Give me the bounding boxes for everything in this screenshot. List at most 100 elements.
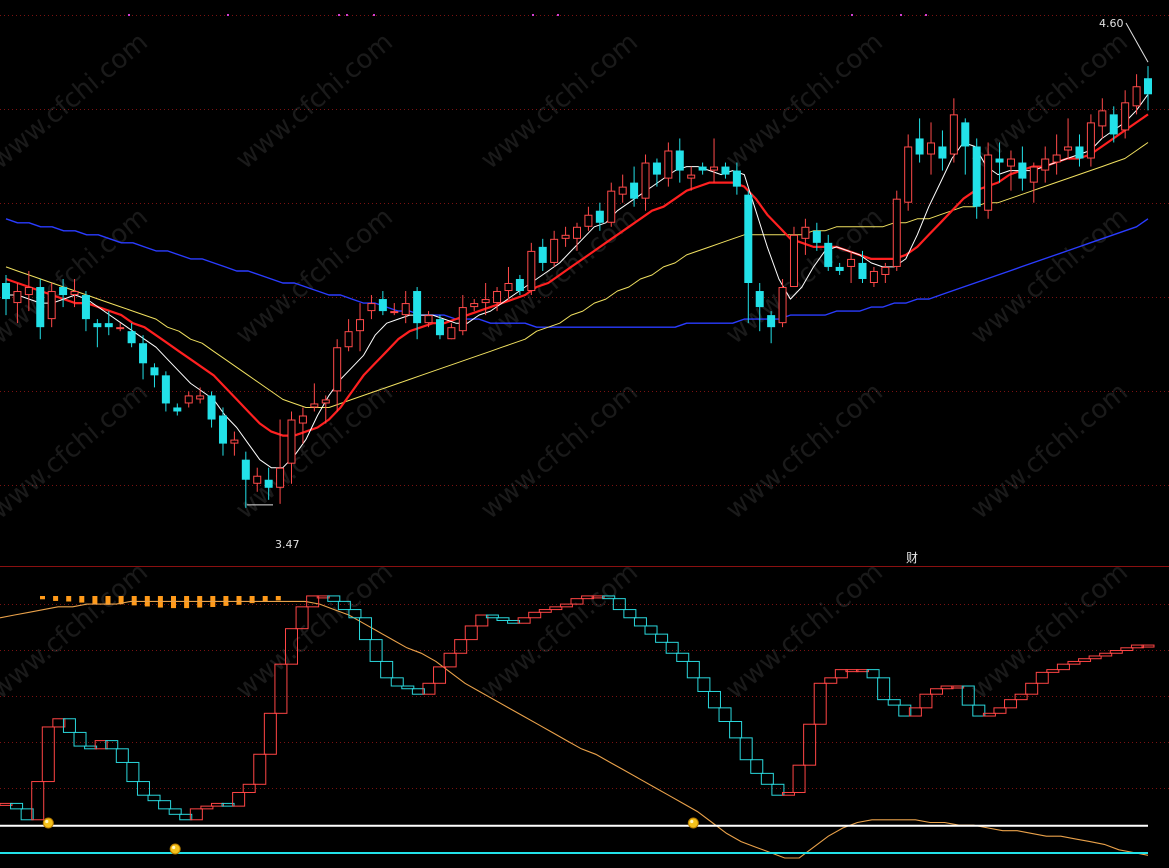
candle-body xyxy=(835,266,844,271)
candle-body xyxy=(972,146,981,207)
top-marker-dot xyxy=(346,14,348,16)
histogram-bar xyxy=(79,596,85,603)
candle-body xyxy=(1018,162,1027,179)
candle-body xyxy=(938,146,947,159)
candle-body xyxy=(778,287,787,324)
candle-body xyxy=(481,299,490,304)
candle-body xyxy=(413,291,422,324)
candle-body xyxy=(287,419,296,464)
candle-body xyxy=(1098,110,1107,127)
candle-body xyxy=(561,234,570,239)
candle-body xyxy=(915,138,924,155)
candle-body xyxy=(321,399,330,404)
top-marker-dot xyxy=(900,14,902,16)
candle-body xyxy=(858,262,867,279)
histogram-bar xyxy=(249,596,255,604)
candle-body xyxy=(184,395,193,404)
candle-body xyxy=(241,459,250,480)
candle-body xyxy=(116,327,125,330)
candle-body xyxy=(881,266,890,275)
candle-body xyxy=(104,323,113,328)
candle-body xyxy=(81,295,90,320)
candle-body xyxy=(424,315,433,324)
candle-body xyxy=(435,319,444,336)
candle-body xyxy=(961,122,970,147)
candle-body xyxy=(652,162,661,175)
candle-body xyxy=(24,287,33,296)
top-marker-dot xyxy=(925,14,927,16)
candle-body xyxy=(607,190,616,223)
candle-body xyxy=(630,182,639,199)
candle-body xyxy=(504,283,513,292)
low-price-label: 3.47 xyxy=(275,538,300,551)
histogram-bar xyxy=(171,596,176,609)
candle-body xyxy=(1075,146,1084,159)
candle-body xyxy=(1029,166,1038,183)
candle-body xyxy=(264,479,273,488)
candle-body xyxy=(573,226,581,239)
candle-body xyxy=(595,210,604,223)
candle-body xyxy=(675,150,684,171)
histogram-bar xyxy=(105,596,111,605)
candle-body xyxy=(767,315,776,328)
top-marker-dot xyxy=(227,14,229,16)
candle-body xyxy=(344,331,353,348)
top-marker-dot xyxy=(557,14,559,16)
candle-body xyxy=(173,407,182,412)
candle-body xyxy=(984,154,993,211)
candle-body xyxy=(1006,158,1015,167)
candle-body xyxy=(139,343,148,364)
histogram-bar xyxy=(131,596,137,606)
candle-body xyxy=(401,303,410,316)
histogram-bar xyxy=(262,596,268,602)
buy-signal-shine xyxy=(690,819,694,824)
candle-body xyxy=(789,234,798,288)
histogram-bar xyxy=(53,596,59,601)
buy-signal-icon xyxy=(169,843,181,855)
candle-body xyxy=(641,162,650,199)
candle-body xyxy=(698,166,707,171)
candle-body xyxy=(207,395,216,420)
candle-body xyxy=(470,303,479,308)
top-marker-dot xyxy=(338,14,340,16)
candle-body xyxy=(550,238,559,263)
candle-body xyxy=(1086,122,1095,159)
candle-body xyxy=(93,323,102,328)
candle-body xyxy=(744,194,753,283)
top-marker-dot xyxy=(128,14,130,16)
candle-body xyxy=(1121,102,1130,131)
candle-body xyxy=(390,311,399,314)
candle-body xyxy=(710,166,719,171)
candle-body xyxy=(847,258,856,267)
candle-body xyxy=(995,158,1004,163)
candle-body xyxy=(367,303,376,312)
top-marker-dot xyxy=(532,14,534,16)
candle-body xyxy=(904,146,913,203)
candle-body xyxy=(1052,154,1061,163)
candle-body xyxy=(230,439,239,444)
candle-body xyxy=(721,166,730,175)
histogram-bar xyxy=(184,596,190,609)
buy-signal-icon xyxy=(42,817,54,829)
candle-body xyxy=(276,467,285,488)
candle-body xyxy=(687,174,696,179)
candle-body xyxy=(161,375,170,404)
buy-signal-shine xyxy=(45,819,49,824)
finance-marker: 财 xyxy=(906,551,918,565)
buy-signal-shine xyxy=(172,845,176,850)
candle-body xyxy=(755,291,764,308)
candle-body xyxy=(2,283,10,300)
top-marker-dot xyxy=(851,14,853,16)
candle-body xyxy=(527,250,536,292)
candle-body xyxy=(196,395,205,400)
candle-body xyxy=(584,214,593,227)
histogram-bar xyxy=(40,596,45,600)
top-marker-dot xyxy=(373,14,375,16)
candle-body xyxy=(1064,146,1073,151)
histogram-bar xyxy=(275,596,281,601)
candle-body xyxy=(732,170,741,187)
candle-body xyxy=(356,319,365,332)
candle-body xyxy=(253,475,262,484)
candle-body xyxy=(298,415,307,424)
candle-body xyxy=(333,347,342,392)
